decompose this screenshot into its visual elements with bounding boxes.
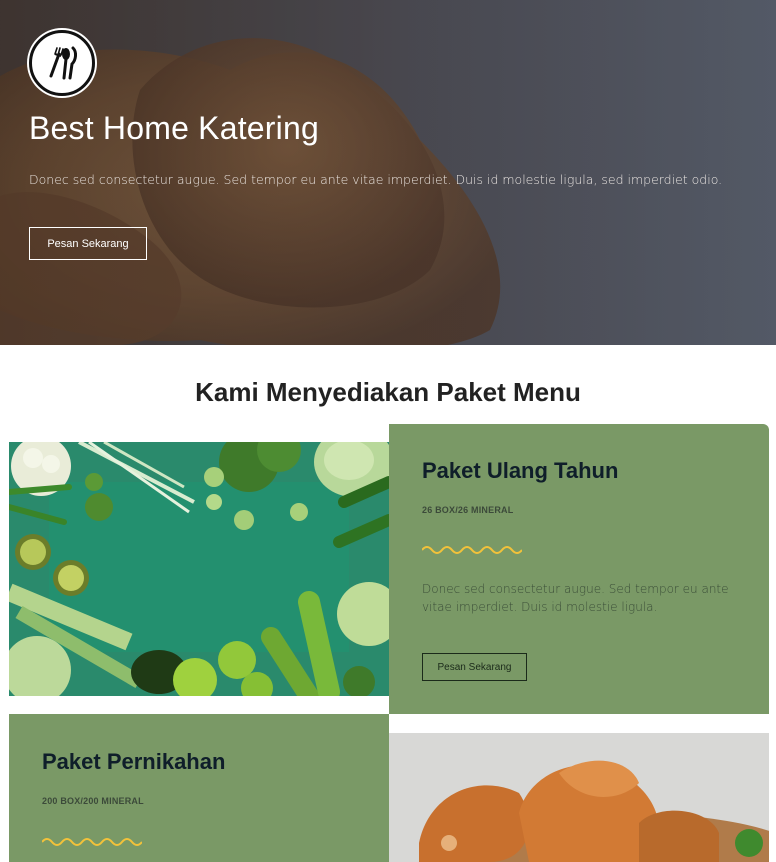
- package-description: Donec sed consectetur augue. Sed tempor …: [422, 582, 729, 614]
- package-card-birthday: Paket Ulang Tahun 26 BOX/26 MINERAL Done…: [389, 424, 769, 714]
- hero-title: Best Home Katering: [29, 110, 319, 146]
- utensils-icon: [49, 46, 77, 80]
- package-title: Paket Pernikahan: [42, 749, 226, 774]
- wave-divider-icon: [422, 546, 522, 554]
- package-meta: 200 BOX/200 MINERAL: [42, 796, 144, 806]
- fried-chicken-image: [389, 733, 769, 862]
- package-card-wedding: Paket Pernikahan 200 BOX/200 MINERAL: [9, 714, 389, 862]
- wave-divider-icon: [42, 838, 142, 846]
- hero-banner: Best Home Katering Donec sed consectetur…: [0, 0, 776, 345]
- logo[interactable]: [29, 30, 95, 96]
- vegetables-image: [9, 442, 389, 696]
- package-meta: 26 BOX/26 MINERAL: [422, 505, 514, 515]
- hero-subtitle: Donec sed consectetur augue. Sed tempor …: [29, 172, 723, 187]
- section-title: Kami Menyediakan Paket Menu: [195, 377, 581, 407]
- package-title: Paket Ulang Tahun: [422, 458, 619, 483]
- order-now-button[interactable]: Pesan Sekarang: [422, 653, 527, 681]
- order-now-button[interactable]: Pesan Sekarang: [29, 227, 147, 260]
